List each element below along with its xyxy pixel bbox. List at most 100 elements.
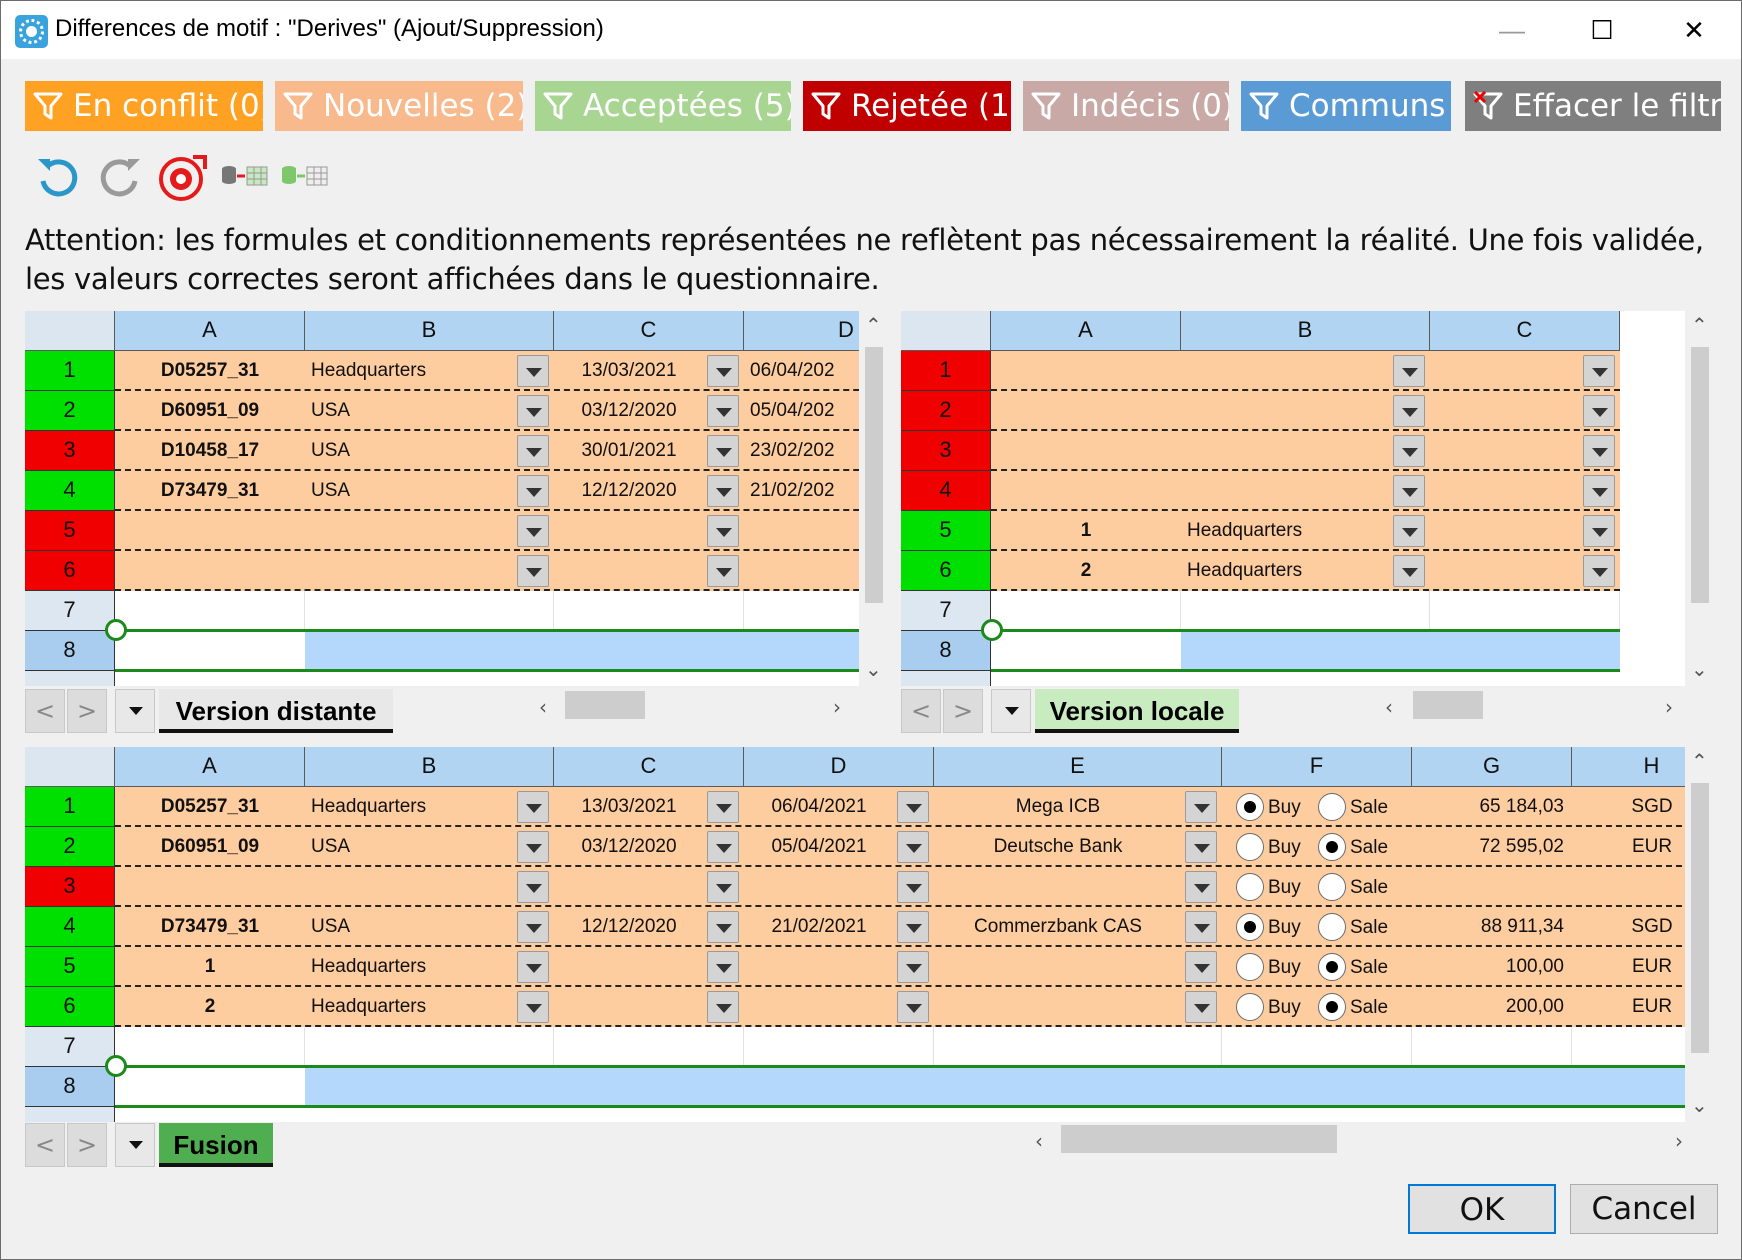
cell-C[interactable]: 13/03/2021 (554, 787, 704, 827)
cell-E[interactable]: Deutsche Bank (934, 827, 1182, 867)
row-header[interactable]: 2 (901, 391, 991, 431)
row-header[interactable]: 3 (25, 431, 115, 471)
cell-C[interactable] (554, 867, 704, 907)
sale-radio[interactable] (1318, 993, 1346, 1021)
sale-radio[interactable] (1318, 793, 1346, 821)
dropdown-icon[interactable] (517, 475, 549, 507)
dropdown-icon[interactable] (897, 991, 929, 1023)
scroll-thumb[interactable] (1691, 783, 1709, 1053)
cell-A[interactable]: 2 (991, 551, 1181, 591)
selection-handle[interactable] (105, 619, 127, 641)
cell-D[interactable]: 21/02/202 (744, 471, 859, 511)
dropdown-icon[interactable] (707, 555, 739, 587)
cell-B[interactable]: Headquarters (305, 787, 514, 827)
empty-cell[interactable] (305, 1027, 554, 1067)
dropdown-icon[interactable] (1393, 395, 1425, 427)
cell-C[interactable]: 03/12/2020 (554, 827, 704, 867)
cell-A[interactable]: D73479_31 (115, 471, 305, 511)
buy-radio[interactable] (1236, 913, 1264, 941)
cell-A[interactable]: D10458_17 (115, 431, 305, 471)
grid-corner[interactable] (901, 311, 991, 351)
dropdown-icon[interactable] (517, 435, 549, 467)
row-header[interactable]: 6 (901, 551, 991, 591)
cell-D[interactable] (744, 551, 859, 591)
empty-cell[interactable] (305, 591, 554, 631)
cell-D[interactable]: 05/04/2021 (744, 827, 894, 867)
buy-radio[interactable] (1236, 873, 1264, 901)
empty-cell[interactable] (1412, 1027, 1572, 1067)
row-header[interactable]: 4 (25, 907, 115, 947)
next-sheet-button[interactable]: > (943, 689, 983, 733)
column-header-C[interactable]: C (1430, 311, 1620, 351)
dropdown-icon[interactable] (517, 991, 549, 1023)
cell-B[interactable] (305, 511, 514, 551)
prev-sheet-button[interactable]: < (25, 689, 65, 733)
buy-radio[interactable] (1236, 793, 1264, 821)
cell-C[interactable] (554, 551, 704, 591)
scroll-right-arrow[interactable]: › (1675, 1131, 1683, 1151)
cell-B[interactable]: Headquarters (305, 351, 514, 391)
cell-C[interactable] (1430, 551, 1580, 591)
cell-C[interactable] (1430, 511, 1580, 551)
cell-B[interactable] (305, 867, 514, 907)
dropdown-icon[interactable] (1393, 555, 1425, 587)
row-header[interactable]: 8 (901, 631, 991, 671)
cell-B[interactable] (1181, 471, 1390, 511)
cell-C[interactable] (1430, 391, 1580, 431)
column-header-A[interactable]: A (115, 311, 305, 351)
cell-C[interactable]: 30/01/2021 (554, 431, 704, 471)
dropdown-icon[interactable] (1583, 555, 1615, 587)
ok-button[interactable]: OK (1408, 1184, 1556, 1234)
grid-corner[interactable] (25, 311, 115, 351)
column-header-B[interactable]: B (305, 747, 554, 787)
cell-C[interactable]: 12/12/2020 (554, 471, 704, 511)
row-header[interactable]: 2 (25, 391, 115, 431)
cell-D[interactable] (744, 987, 894, 1027)
dropdown-icon[interactable] (1583, 475, 1615, 507)
filter-button-3[interactable]: Rejetée (1) (803, 81, 1011, 131)
row-header[interactable]: 3 (901, 431, 991, 471)
cell-A[interactable]: 1 (991, 511, 1181, 551)
dropdown-icon[interactable] (897, 791, 929, 823)
buy-radio[interactable] (1236, 953, 1264, 981)
cell-B[interactable]: USA (305, 391, 514, 431)
column-header-A[interactable]: A (115, 747, 305, 787)
cell-C[interactable]: 13/03/2021 (554, 351, 704, 391)
cell-H[interactable]: EUR (1572, 947, 1685, 987)
cell-E[interactable]: Mega ICB (934, 787, 1182, 827)
dropdown-icon[interactable] (1185, 831, 1217, 863)
filter-button-1[interactable]: Nouvelles (2) (275, 81, 523, 131)
dropdown-icon[interactable] (1185, 791, 1217, 823)
row-header[interactable]: 4 (901, 471, 991, 511)
close-button[interactable]: ✕ (1671, 9, 1717, 51)
cell-G[interactable]: 72 595,02 (1412, 827, 1572, 867)
sheet-list-dropdown[interactable] (991, 689, 1031, 733)
dropdown-icon[interactable] (517, 355, 549, 387)
dropdown-icon[interactable] (897, 871, 929, 903)
redo-icon[interactable] (97, 153, 143, 199)
scroll-down-arrow[interactable]: ⌄ (1691, 1095, 1708, 1115)
dropdown-icon[interactable] (517, 871, 549, 903)
selection-handle[interactable] (105, 1055, 127, 1077)
empty-cell[interactable] (1572, 1027, 1685, 1067)
scroll-thumb[interactable] (1691, 347, 1709, 603)
cell-C[interactable] (554, 511, 704, 551)
buy-radio[interactable] (1236, 993, 1264, 1021)
cell-C[interactable]: 12/12/2020 (554, 907, 704, 947)
filter-button-2[interactable]: Acceptées (5) (535, 81, 791, 131)
cell-A[interactable]: D60951_09 (115, 391, 305, 431)
dropdown-icon[interactable] (1393, 475, 1425, 507)
cell-G[interactable]: 200,00 (1412, 987, 1572, 1027)
cell-G[interactable]: 65 184,03 (1412, 787, 1572, 827)
cell-B[interactable] (1181, 431, 1390, 471)
cell-H[interactable] (1572, 867, 1685, 907)
prev-sheet-button[interactable]: < (901, 689, 941, 733)
empty-cell[interactable] (934, 1027, 1222, 1067)
dropdown-icon[interactable] (707, 791, 739, 823)
cell-A[interactable]: D05257_31 (115, 787, 305, 827)
empty-cell[interactable] (1430, 591, 1620, 631)
selection-handle[interactable] (981, 619, 1003, 641)
cell-A[interactable]: D73479_31 (115, 907, 305, 947)
sheet-tab-local[interactable]: Version locale (1035, 689, 1239, 733)
cell-A[interactable]: 1 (115, 947, 305, 987)
